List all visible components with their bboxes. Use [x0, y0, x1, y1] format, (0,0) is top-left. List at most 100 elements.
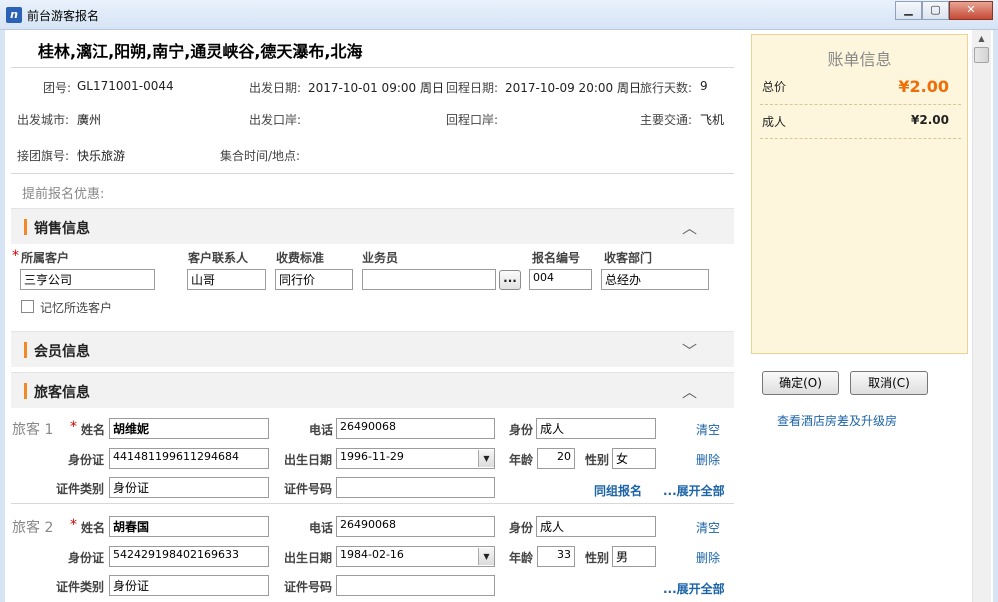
- age-label: 年龄: [509, 551, 534, 565]
- tour-route-title: 桂林,漓江,阳朔,南宁,通灵峡谷,德天瀑布,北海: [38, 42, 363, 61]
- divider: [11, 503, 734, 504]
- cert-no-label: 证件号码: [284, 482, 333, 496]
- required-mark: *: [70, 517, 77, 533]
- window-title: 前台游客报名: [27, 9, 100, 23]
- id-card-label: 身份证: [68, 453, 105, 467]
- fee-field[interactable]: 同行价: [275, 269, 353, 290]
- cert-no-field[interactable]: [336, 575, 495, 596]
- member-section-title: 会员信息: [34, 344, 90, 360]
- identity-label: 身份: [509, 423, 534, 437]
- group-no-value: GL171001-0044: [77, 79, 174, 93]
- divider: [11, 67, 734, 68]
- cert-type-field[interactable]: 身份证: [109, 575, 269, 596]
- hotel-upgrade-link[interactable]: 查看酒店房差及升级房: [777, 412, 897, 429]
- flag-label: 接团旗号:: [17, 149, 70, 163]
- expand-all-link[interactable]: ...展开全部: [663, 580, 725, 597]
- flag-value: 快乐旅游: [77, 149, 126, 163]
- transport-value: 飞机: [700, 113, 725, 127]
- browse-salesperson-button[interactable]: ...: [499, 270, 521, 290]
- traveler-seq: 旅客 1: [12, 422, 54, 438]
- age-label: 年龄: [509, 453, 534, 467]
- name-label: 姓名: [81, 423, 106, 437]
- required-mark: *: [70, 419, 77, 435]
- birth-date-select[interactable]: 1984-02-16 ▼: [336, 546, 495, 567]
- section-accent: [24, 342, 27, 358]
- birth-date-value: 1996-11-29: [340, 450, 404, 463]
- salesperson-field[interactable]: [362, 269, 496, 290]
- delete-link[interactable]: 删除: [696, 549, 720, 566]
- name-field[interactable]: 胡维妮: [109, 418, 269, 439]
- phone-field[interactable]: 26490068: [336, 516, 495, 537]
- depart-port-label: 出发口岸:: [249, 113, 302, 127]
- gender-label: 性别: [585, 453, 610, 467]
- gender-label: 性别: [585, 551, 610, 565]
- fee-label: 收费标准: [276, 251, 325, 265]
- cert-type-field[interactable]: 身份证: [109, 477, 269, 498]
- title-bar: n 前台游客报名 ▁ ▢ ✕: [0, 0, 998, 30]
- remember-customer-checkbox[interactable]: [21, 300, 34, 313]
- ok-button[interactable]: 确定(O): [762, 371, 839, 395]
- customer-field[interactable]: 三亨公司: [20, 269, 155, 290]
- app-icon: n: [6, 7, 22, 23]
- gender-field[interactable]: 男: [612, 546, 656, 567]
- scroll-up-arrow-icon[interactable]: ▲: [972, 30, 991, 47]
- dept-field[interactable]: 总经办: [601, 269, 709, 290]
- total-label: 总价: [762, 80, 787, 94]
- dropdown-arrow-icon[interactable]: ▼: [478, 450, 494, 467]
- name-label: 姓名: [81, 521, 106, 535]
- depart-city-label: 出发城市:: [17, 113, 70, 127]
- section-accent: [24, 219, 27, 235]
- phone-field[interactable]: 26490068: [336, 418, 495, 439]
- cert-type-label: 证件类别: [56, 482, 105, 496]
- collapse-icon[interactable]: ︿: [682, 217, 697, 238]
- travelers-section-header[interactable]: 旅客信息 ︿: [11, 372, 734, 408]
- close-button[interactable]: ✕: [949, 1, 993, 20]
- sales-section-header[interactable]: 销售信息 ︿: [11, 208, 734, 244]
- identity-field[interactable]: 成人: [536, 418, 656, 439]
- phone-label: 电话: [309, 423, 334, 437]
- clear-link[interactable]: 清空: [696, 519, 720, 536]
- age-field[interactable]: 20: [537, 448, 575, 469]
- cert-no-field[interactable]: [336, 477, 495, 498]
- maximize-button[interactable]: ▢: [922, 1, 949, 20]
- birth-date-select[interactable]: 1996-11-29 ▼: [336, 448, 495, 469]
- reg-no-field[interactable]: 004: [529, 269, 592, 290]
- expand-all-link[interactable]: ...展开全部: [663, 482, 725, 499]
- dropdown-arrow-icon[interactable]: ▼: [478, 548, 494, 565]
- bill-title: 账单信息: [827, 50, 892, 69]
- return-port-label: 回程口岸:: [446, 113, 499, 127]
- return-date-value: 2017-10-09 20:00 周日: [505, 81, 641, 95]
- vertical-scrollbar[interactable]: [972, 30, 991, 602]
- salesperson-label: 业务员: [362, 251, 399, 265]
- same-group-link[interactable]: 同组报名: [594, 482, 642, 499]
- traveler-seq: 旅客 2: [12, 520, 54, 536]
- return-date-label: 回程日期:: [446, 81, 499, 95]
- birth-date-value: 1984-02-16: [340, 548, 404, 561]
- clear-link[interactable]: 清空: [696, 421, 720, 438]
- sales-section-title: 销售信息: [34, 221, 90, 237]
- expand-icon[interactable]: ﹀: [682, 340, 697, 361]
- travelers-section-title: 旅客信息: [34, 385, 90, 401]
- gender-field[interactable]: 女: [612, 448, 656, 469]
- id-card-label: 身份证: [68, 551, 105, 565]
- divider: [760, 104, 961, 105]
- promo-label: 提前报名优惠:: [22, 187, 105, 202]
- age-field[interactable]: 33: [537, 546, 575, 567]
- identity-label: 身份: [509, 521, 534, 535]
- scroll-thumb[interactable]: [974, 47, 989, 63]
- name-field[interactable]: 胡春国: [109, 516, 269, 537]
- cancel-button[interactable]: 取消(C): [850, 371, 928, 395]
- required-mark: *: [12, 248, 19, 264]
- member-section-header[interactable]: 会员信息 ﹀: [11, 331, 734, 367]
- minimize-button[interactable]: ▁: [895, 1, 922, 20]
- contact-field[interactable]: 山哥: [187, 269, 266, 290]
- delete-link[interactable]: 删除: [696, 451, 720, 468]
- identity-field[interactable]: 成人: [536, 516, 656, 537]
- id-card-field[interactable]: 542429198402169633: [109, 546, 269, 567]
- phone-label: 电话: [309, 521, 334, 535]
- depart-city-value: 廣州: [77, 113, 102, 127]
- adult-price: ¥2.00: [911, 113, 949, 127]
- id-card-field[interactable]: 441481199611294684: [109, 448, 269, 469]
- collapse-icon[interactable]: ︿: [682, 381, 697, 402]
- contact-label: 客户联系人: [188, 251, 249, 265]
